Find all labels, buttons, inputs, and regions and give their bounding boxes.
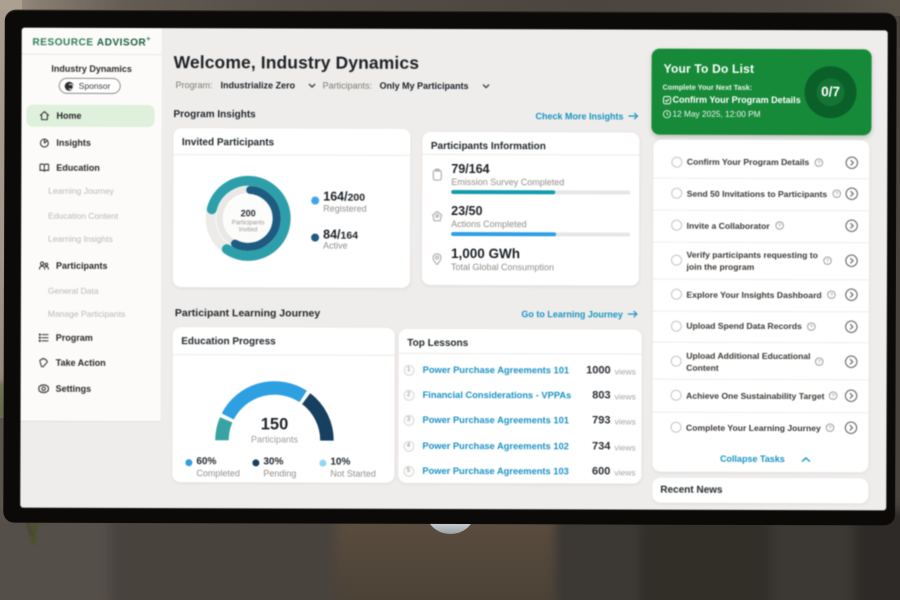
svg-text:?: ? [831, 393, 834, 399]
svg-text:?: ? [817, 359, 820, 365]
svg-text:?: ? [826, 258, 829, 264]
svg-text:?: ? [835, 191, 838, 197]
svg-text:?: ? [778, 223, 781, 229]
svg-text:?: ? [829, 292, 832, 298]
svg-text:?: ? [828, 425, 831, 431]
svg-text:?: ? [817, 160, 820, 166]
svg-text:?: ? [809, 324, 812, 330]
